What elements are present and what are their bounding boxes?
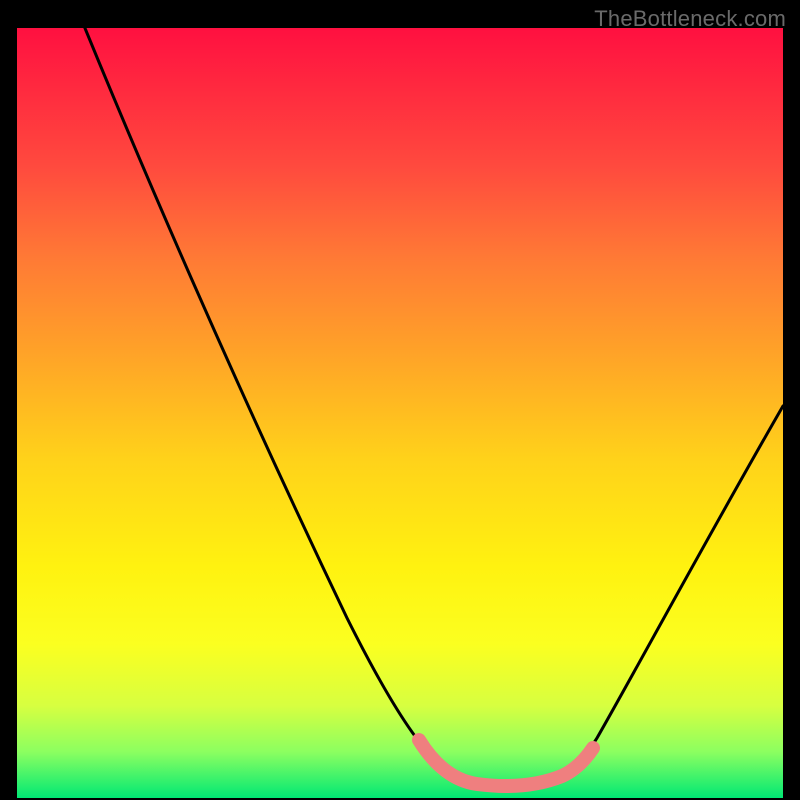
chart-frame: TheBottleneck.com (0, 0, 800, 800)
watermark-text: TheBottleneck.com (594, 6, 786, 32)
optimal-range-marker (419, 740, 593, 786)
curve-overlay (17, 28, 783, 798)
bottleneck-curve (63, 0, 783, 786)
